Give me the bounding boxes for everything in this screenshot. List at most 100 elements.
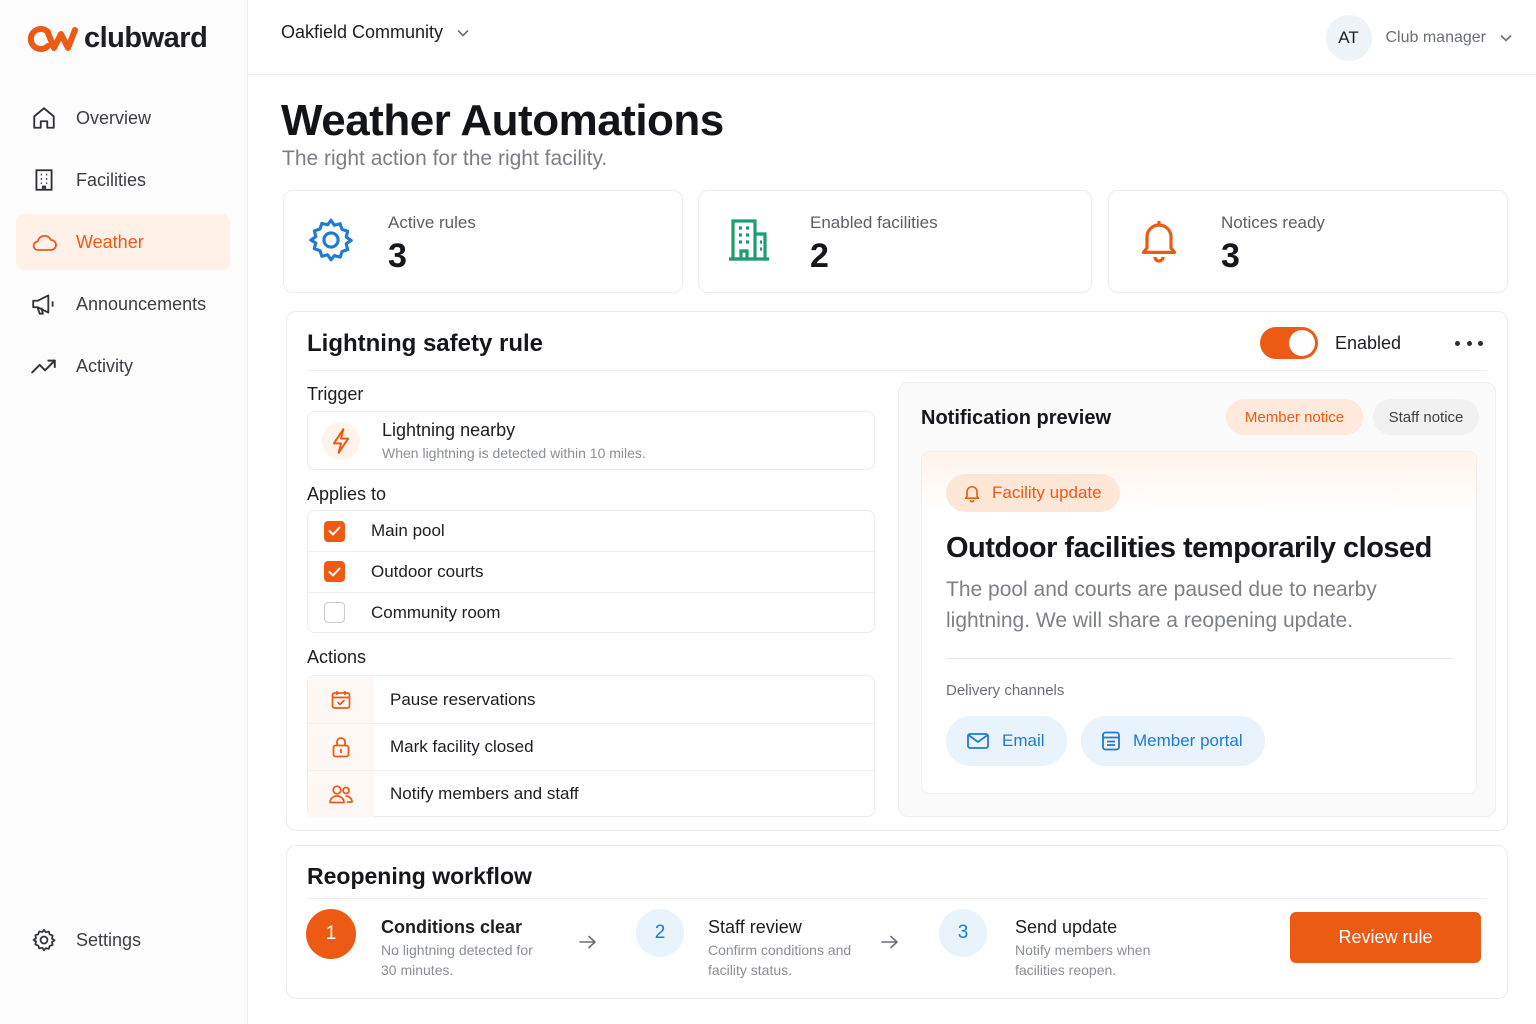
step-number: 3: [939, 909, 987, 957]
check-icon: [328, 567, 341, 576]
applies-to-label: Applies to: [307, 484, 387, 504]
sidebar-item-weather[interactable]: Weather: [16, 214, 230, 270]
chevron-down-icon: [457, 29, 469, 37]
megaphone-icon: [30, 290, 58, 318]
facility-option-main-pool[interactable]: Main pool: [308, 511, 874, 551]
trigger-label: Trigger: [307, 384, 364, 404]
sidebar-item-label: Settings: [76, 929, 142, 950]
step-description: Confirm conditions and facility status.: [708, 942, 852, 978]
mail-icon: [967, 733, 989, 749]
action-label: Pause reservations: [390, 689, 536, 709]
sidebar-item-overview[interactable]: Overview: [16, 90, 230, 146]
toggle-knob: [1289, 330, 1315, 356]
channel-member-portal[interactable]: Member portal: [1081, 716, 1265, 766]
review-rule-button[interactable]: Review rule: [1290, 912, 1481, 963]
facility-label: Main pool: [371, 521, 445, 540]
enabled-toggle[interactable]: [1260, 327, 1318, 359]
sidebar-item-label: Announcements: [76, 293, 207, 314]
reopening-workflow: Reopening workflow 1 Conditions clear No…: [286, 845, 1508, 999]
sidebar-item-activity[interactable]: Activity: [16, 338, 230, 394]
notice-card: Facility update Outdoor facilities tempo…: [921, 451, 1477, 794]
tab-staff-notice[interactable]: Staff notice: [1373, 399, 1479, 435]
sidebar-item-facilities[interactable]: Facilities: [16, 152, 230, 208]
action-pause-reservations[interactable]: Pause reservations: [308, 676, 874, 723]
topbar: Oakfield Community AT Club manager: [248, 0, 1536, 75]
action-mark-facility-closed[interactable]: Mark facility closed: [308, 723, 874, 770]
enabled-label: Enabled: [1335, 333, 1402, 353]
sidebar: clubward Overview Facilities Weather Ann…: [0, 0, 248, 1024]
community-name: Oakfield Community: [281, 22, 444, 42]
rule-card: Lightning safety rule Enabled Trigger Li…: [286, 311, 1508, 831]
avatar: AT: [1325, 15, 1372, 61]
action-notify-members[interactable]: Notify members and staff: [308, 770, 874, 817]
workflow-title: Reopening workflow: [307, 863, 532, 889]
gear-icon: [306, 215, 356, 265]
stat-value: 3: [1221, 237, 1240, 275]
facility-label: Outdoor courts: [371, 561, 484, 581]
sidebar-item-settings[interactable]: Settings: [16, 912, 230, 968]
sidebar-item-announcements[interactable]: Announcements: [16, 276, 230, 332]
preview-title: Notification preview: [921, 407, 1112, 429]
checkbox-checked[interactable]: [324, 561, 345, 582]
facility-option-outdoor-courts[interactable]: Outdoor courts: [308, 551, 874, 591]
more-options-icon[interactable]: [1455, 334, 1483, 352]
step-title: Conditions clear: [381, 917, 523, 937]
lightning-icon: [322, 422, 360, 460]
user-role: Club manager: [1385, 29, 1487, 46]
notice-body: The pool and courts are paused due to ne…: [946, 578, 1377, 632]
stat-card-enabled-facilities: Enabled facilities 2: [698, 190, 1092, 293]
step-description: No lightning detected for 30 minutes.: [381, 942, 533, 978]
actions-list: Pause reservations Mark facility closed …: [307, 675, 875, 817]
stat-label: Enabled facilities: [810, 213, 938, 232]
divider: [946, 658, 1452, 659]
notification-preview: Notification preview Member notice Staff…: [898, 382, 1496, 817]
trigger-card[interactable]: Lightning nearby When lightning is detec…: [307, 411, 875, 470]
brand-name: clubward: [84, 22, 208, 54]
page-subtitle: The right action for the right facility.: [282, 147, 608, 170]
bell-icon: [1135, 215, 1185, 265]
trigger-name: Lightning nearby: [382, 420, 516, 440]
sidebar-item-label: Facilities: [76, 169, 147, 190]
step-description: Notify members when facilities reopen.: [1015, 942, 1151, 978]
calendar-icon: [308, 676, 374, 723]
channel-email[interactable]: Email: [946, 716, 1067, 766]
facility-option-community-room[interactable]: Community room: [308, 592, 874, 632]
sidebar-item-label: Activity: [76, 355, 134, 376]
gear-icon: [30, 926, 58, 954]
divider: [307, 370, 1487, 371]
stat-card-notices-ready: Notices ready 3: [1108, 190, 1508, 293]
trigger-description: When lightning is detected within 10 mil…: [382, 445, 646, 461]
logo[interactable]: clubward: [26, 22, 208, 55]
notice-title: Outdoor facilities temporarily closed: [946, 532, 1432, 564]
page-title: Weather Automations: [281, 96, 724, 145]
stat-value: 2: [810, 237, 829, 275]
stat-value: 3: [388, 237, 407, 275]
home-icon: [30, 104, 58, 132]
cloud-icon: [30, 228, 58, 256]
lock-icon: [308, 724, 374, 770]
sidebar-item-label: Overview: [76, 107, 152, 128]
action-label: Notify members and staff: [390, 784, 579, 803]
trend-icon: [30, 352, 58, 380]
user-menu[interactable]: AT Club manager: [1325, 15, 1513, 61]
step-number: 2: [636, 909, 684, 957]
badge-label: Facility update: [992, 483, 1102, 502]
building-icon: [725, 215, 775, 265]
chevron-down-icon: [1500, 34, 1512, 42]
actions-label: Actions: [307, 647, 367, 667]
bell-icon: [964, 486, 980, 503]
channel-label: Member portal: [1133, 731, 1243, 750]
rule-title: Lightning safety rule: [307, 330, 544, 357]
sidebar-nav: Overview Facilities Weather Announcement…: [16, 90, 230, 400]
community-selector[interactable]: Oakfield Community: [281, 22, 469, 43]
users-icon: [308, 771, 374, 817]
sidebar-settings: Settings: [16, 912, 230, 974]
arrow-right-icon: [881, 935, 898, 949]
stat-card-active-rules: Active rules 3: [283, 190, 683, 293]
portal-icon: [1102, 731, 1120, 751]
step-title: Staff review: [708, 917, 802, 937]
checkbox-unchecked[interactable]: [324, 602, 345, 623]
arrow-right-icon: [579, 935, 596, 949]
checkbox-checked[interactable]: [324, 520, 345, 542]
tab-member-notice[interactable]: Member notice: [1226, 399, 1363, 435]
